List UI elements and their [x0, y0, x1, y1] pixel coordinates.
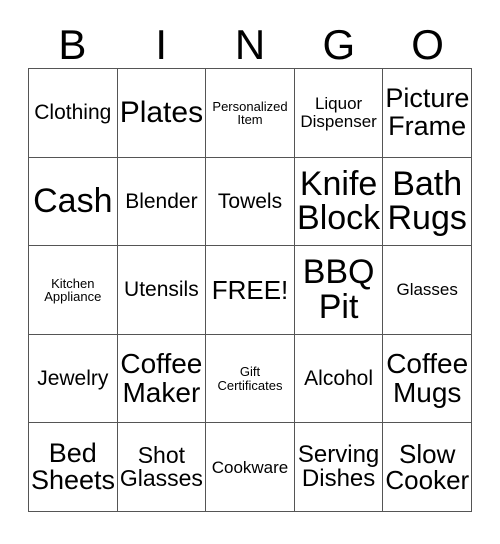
bingo-cell-r3c5[interactable]: Glasses	[383, 246, 472, 335]
bingo-header-letter-o: O	[411, 21, 444, 68]
bingo-cell-r5c4[interactable]: Serving Dishes	[294, 423, 384, 512]
bingo-cell-r4c4[interactable]: Alcohol	[294, 334, 384, 424]
bingo-cell-label: Knife Block	[297, 164, 381, 238]
bingo-cell-label: Serving Dishes	[297, 440, 380, 493]
bingo-cell-label: Gift Certificates	[217, 364, 283, 393]
bingo-cell-r1c1[interactable]: Clothing	[29, 69, 118, 158]
bingo-cell-label: Coffee Mugs	[386, 348, 469, 408]
bingo-cell-r2c3[interactable]: Towels	[206, 157, 295, 247]
bingo-cell-label: FREE!	[211, 274, 289, 305]
bingo-header-letter-i: I	[155, 21, 168, 68]
bingo-cell-r5c5[interactable]: Slow Cooker	[383, 423, 472, 512]
bingo-cell-r4c1[interactable]: Jewelry	[29, 334, 118, 424]
bingo-cell-label: Plates	[119, 95, 204, 129]
bingo-cell-r3c1[interactable]: Kitchen Appliance	[29, 246, 118, 335]
bingo-cell-r3c2[interactable]: Utensils	[117, 246, 207, 335]
bingo-cell-label: Bath Rugs	[387, 164, 467, 238]
bingo-cell-label: Picture Frame	[385, 83, 470, 141]
bingo-card: B I N G O Clothing Plates Personalized I…	[0, 0, 500, 544]
bingo-cell-label: Glasses	[396, 280, 458, 300]
bingo-cell-r3c4[interactable]: BBQ Pit	[294, 246, 384, 335]
bingo-cell-r5c1[interactable]: Bed Sheets	[29, 423, 118, 512]
bingo-cell-r4c5[interactable]: Coffee Mugs	[383, 334, 472, 424]
bingo-cell-free-space[interactable]: FREE!	[206, 246, 295, 335]
bingo-header-letter-n: N	[234, 21, 266, 68]
bingo-cell-label: Clothing	[34, 101, 112, 125]
bingo-cell-label: Cash	[33, 182, 113, 221]
bingo-cell-label: Liquor Dispenser	[300, 94, 377, 131]
bingo-header-row: B I N G O	[28, 22, 472, 68]
bingo-cell-label: Alcohol	[304, 366, 374, 390]
bingo-cell-label: BBQ Pit	[302, 253, 375, 326]
bingo-cell-label: Personalized Item	[212, 98, 288, 127]
bingo-cell-label: Slow Cooker	[385, 438, 470, 496]
bingo-cell-r4c2[interactable]: Coffee Maker	[117, 334, 207, 424]
bingo-cell-label: Blender	[125, 189, 198, 213]
bingo-cell-label: Utensils	[124, 278, 199, 302]
bingo-cell-label: Bed Sheets	[31, 437, 116, 496]
bingo-cell-r2c1[interactable]: Cash	[29, 157, 118, 247]
bingo-cell-r4c3[interactable]: Gift Certificates	[206, 334, 295, 424]
bingo-cell-r2c2[interactable]: Blender	[117, 157, 207, 247]
bingo-cell-r1c3[interactable]: Personalized Item	[206, 69, 295, 158]
bingo-cell-r5c2[interactable]: Shot Glasses	[117, 423, 207, 512]
bingo-cell-label: Jewelry	[37, 366, 109, 390]
bingo-header-letter-b: B	[58, 21, 87, 68]
bingo-cell-label: Towels	[217, 189, 283, 213]
bingo-cell-r2c5[interactable]: Bath Rugs	[383, 157, 472, 247]
bingo-cell-r1c4[interactable]: Liquor Dispenser	[294, 69, 384, 158]
bingo-cell-label: Shot Glasses	[119, 441, 203, 492]
bingo-cell-r2c4[interactable]: Knife Block	[294, 157, 384, 247]
bingo-cell-label: Cookware	[211, 457, 289, 477]
bingo-cell-label: Kitchen Appliance	[44, 275, 102, 304]
bingo-grid: Clothing Plates Personalized Item Liquor…	[28, 68, 472, 512]
bingo-cell-r1c2[interactable]: Plates	[117, 69, 207, 158]
bingo-header-letter-g: G	[322, 21, 356, 68]
bingo-cell-r5c3[interactable]: Cookware	[206, 423, 295, 512]
bingo-cell-label: Coffee Maker	[120, 348, 203, 408]
bingo-cell-r1c5[interactable]: Picture Frame	[383, 69, 472, 158]
